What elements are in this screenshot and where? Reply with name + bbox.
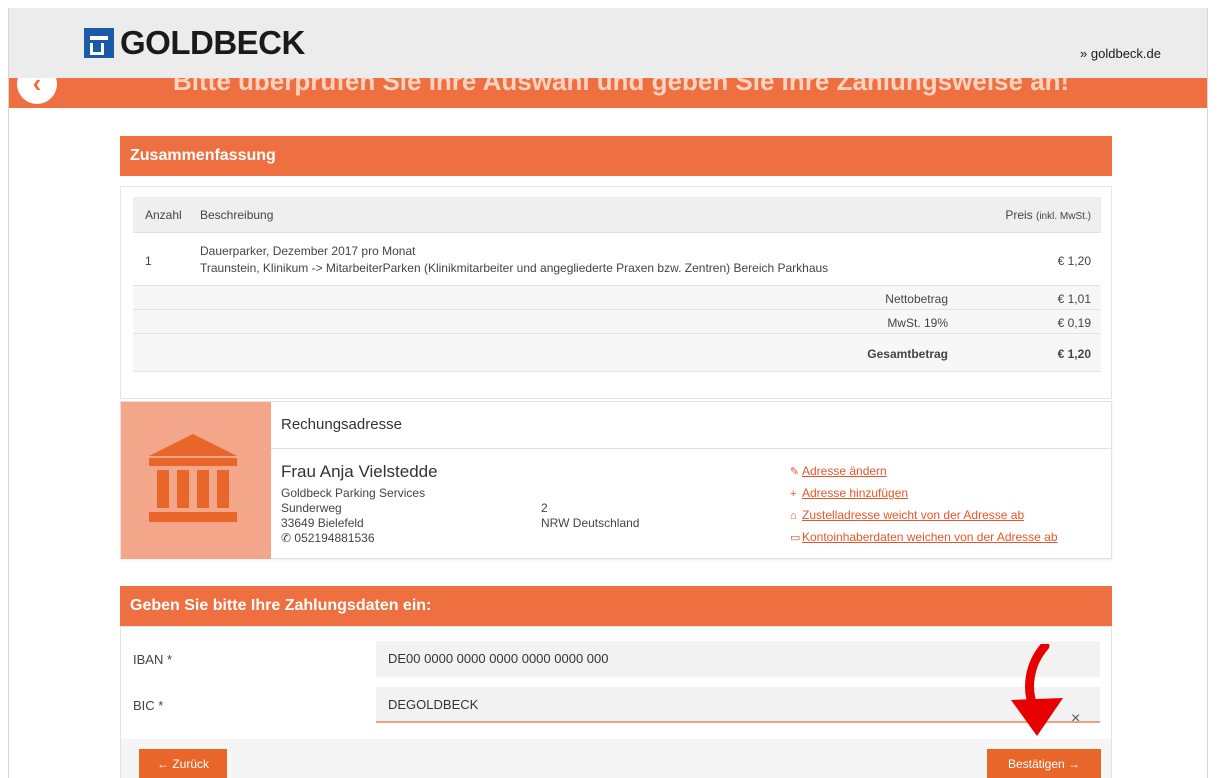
col-header-qty: Anzahl — [145, 208, 182, 222]
phone-number: 052194881536 — [294, 531, 375, 545]
col-header-price: Preis (inkl. MwSt.) — [1005, 208, 1091, 222]
item-qty: 1 — [145, 254, 152, 268]
site-header: GOLDBECK » goldbeck.de — [9, 8, 1207, 78]
bank-icon-tile — [121, 402, 271, 559]
account-holder-link[interactable]: ▭ Kontoinhaberdaten weichen von der Adres… — [790, 530, 1058, 544]
billing-address-panel: Rechungsadresse Frau Anja Vielstedde Gol… — [120, 401, 1112, 559]
add-address-link[interactable]: + Adresse hinzufügen — [790, 486, 908, 500]
iban-label: IBAN * — [133, 652, 173, 667]
page-banner: ‹ Bitte überprüfen Sie Ihre Auswahl und … — [9, 78, 1207, 108]
arrow-left-icon: ← — [156, 757, 169, 771]
back-button[interactable]: ← Zurück — [139, 749, 227, 778]
net-value: € 1,01 — [1057, 292, 1091, 306]
vat-label: MwSt. 19% — [887, 316, 948, 330]
item-desc-line2: Traunstein, Klinikum -> MitarbeiterParke… — [200, 261, 829, 275]
iban-input[interactable]: DE00 0000 0000 0000 0000 0000 000 — [376, 641, 1100, 677]
annotation-arrow-icon — [1011, 644, 1063, 736]
table-row: 1 Dauerparker, Dezember 2017 pro Monat T… — [133, 233, 1101, 286]
table-row-total: Gesamtbetrag € 1,20 — [133, 334, 1101, 372]
confirm-button[interactable]: Bestätigen → — [987, 749, 1101, 778]
arrow-right-icon: → — [1068, 757, 1081, 771]
vat-value: € 0,19 — [1057, 316, 1091, 330]
billing-address-title: Rechungsadresse — [281, 416, 402, 433]
col-header-desc: Beschreibung — [200, 208, 274, 222]
total-value: € 1,20 — [1057, 347, 1091, 361]
goldbeck-logo[interactable]: GOLDBECK — [84, 24, 305, 62]
plus-icon: + — [790, 488, 797, 500]
house-number: 2 — [541, 501, 548, 515]
edit-icon: ✎ — [790, 466, 800, 478]
city: 33649 Bielefeld — [281, 516, 364, 530]
goldbeck-logo-icon — [84, 28, 114, 58]
credit-card-icon: ▭ — [790, 532, 801, 544]
payment-header: Geben Sie bitte Ihre Zahlungsdaten ein: — [120, 586, 1112, 626]
street: Sunderweg — [281, 501, 342, 515]
logo-text: GOLDBECK — [120, 24, 305, 61]
chevron-left-icon[interactable]: ‹ — [17, 78, 57, 104]
phone-line: ✆ 052194881536 — [281, 531, 375, 545]
button-bar: ← Zurück Bestätigen → — [121, 739, 1111, 778]
delivery-address-link[interactable]: ⌂ Zustelladresse weicht von der Adresse a… — [790, 508, 1024, 522]
browser-frame: GOLDBECK » goldbeck.de ‹ Bitte überprüfe… — [8, 8, 1208, 778]
goldbeck-de-link[interactable]: » goldbeck.de — [1080, 46, 1161, 61]
total-label: Gesamtbetrag — [867, 347, 948, 361]
table-row-net: Nettobetrag € 1,01 — [133, 286, 1101, 310]
bic-label: BIC * — [133, 698, 164, 713]
customer-name: Frau Anja Vielstedde — [281, 462, 438, 481]
item-price: € 1,20 — [1057, 254, 1091, 268]
bic-input[interactable]: DEGOLDBECK — [376, 687, 1100, 723]
table-row-vat: MwSt. 19% € 0,19 — [133, 310, 1101, 334]
company-name: Goldbeck Parking Services — [281, 486, 426, 500]
net-label: Nettobetrag — [885, 292, 948, 306]
region: NRW Deutschland — [541, 516, 640, 530]
summary-header: Zusammenfassung — [120, 136, 1112, 176]
change-address-link[interactable]: ✎ Adresse ändern — [790, 464, 887, 478]
banner-title: Bitte überprüfen Sie Ihre Auswahl und ge… — [173, 78, 1070, 96]
home-icon: ⌂ — [790, 510, 797, 522]
summary-panel: Anzahl Beschreibung Preis (inkl. MwSt.) … — [120, 186, 1112, 399]
bank-building-icon — [149, 434, 237, 522]
table-header-row: Anzahl Beschreibung Preis (inkl. MwSt.) — [133, 197, 1101, 233]
payment-panel: IBAN * DE00 0000 0000 0000 0000 0000 000… — [120, 626, 1112, 778]
phone-icon: ✆ — [281, 531, 292, 545]
divider — [271, 448, 1112, 449]
item-desc-line1: Dauerparker, Dezember 2017 pro Monat — [200, 244, 416, 258]
